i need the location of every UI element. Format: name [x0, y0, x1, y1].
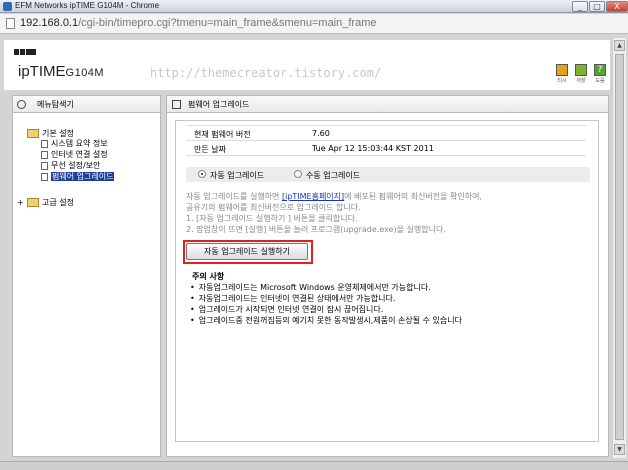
- menu-item-internet-setup[interactable]: 인터넷 연결 설정: [41, 149, 108, 159]
- router-header: ipTIMEG104M http://themecreator.tistory.…: [4, 40, 610, 90]
- auto-upgrade-radio[interactable]: [198, 170, 206, 178]
- manual-upgrade-radio[interactable]: [294, 170, 302, 178]
- info-row-version: 현재 펌웨어 버전 7.60: [186, 127, 586, 140]
- notes-title: 주의 사항: [192, 272, 225, 281]
- help-label: 도움: [595, 78, 605, 84]
- watermark-url: http://themecreator.tistory.com/: [150, 66, 382, 80]
- menu-group-advanced[interactable]: 고급 설정: [27, 197, 74, 208]
- url-path: /cgi-bin/timepro.cgi?tmenu=main_frame&sm…: [78, 17, 377, 29]
- brand-logo: ipTIMEG104M: [18, 63, 104, 80]
- window-title: EFM Networks ipTIME G104M - Chrome: [15, 1, 160, 10]
- maximize-button[interactable]: □: [589, 1, 605, 12]
- page-icon: [41, 139, 48, 148]
- url-text[interactable]: 192.168.0.1/cgi-bin/timepro.cgi?tmenu=ma…: [20, 17, 376, 29]
- minimize-button[interactable]: _: [572, 1, 588, 12]
- menu-group-label: 고급 설정: [42, 198, 74, 207]
- menu-header: 메뉴탐색기: [13, 96, 160, 113]
- scroll-down-icon[interactable]: ▼: [614, 444, 625, 455]
- description-text: 에 배포된 펌웨어의 최신버전을 확인하여,: [344, 192, 482, 201]
- window-titlebar: EFM Networks ipTIME G104M - Chrome _ □ X: [0, 0, 628, 13]
- note-item: 자동업그레이드는 인터넷이 연결된 상태에서만 가능합니다.: [190, 293, 396, 304]
- info-key: 만든 날짜: [194, 145, 226, 154]
- folder-icon: [27, 129, 39, 138]
- menu-explorer: 메뉴탐색기 기본 설정 시스템 요약 정보 인터넷 연결 설정 무선 설정/보안…: [12, 95, 161, 457]
- divider: [186, 125, 586, 126]
- close-button[interactable]: X: [606, 1, 628, 12]
- page-title: 펌웨어 업그레이드: [188, 100, 250, 109]
- firmware-panel: 펌웨어 업그레이드 현재 펌웨어 버전 7.60 만든 날짜 Tue Apr 1…: [166, 95, 609, 457]
- logout-label: 티시: [557, 78, 567, 84]
- folder-icon: [27, 198, 39, 207]
- menu-item-label: 인터넷 연결 설정: [51, 150, 108, 159]
- description-line: 2. 팝업창이 뜨면 [실행] 버튼을 눌러 프로그램(upgrade.exe)…: [186, 225, 446, 234]
- menu-item-wireless-security[interactable]: 무선 설정/보안: [41, 160, 100, 170]
- note-item: 업그레이드중 전원꺼짐등의 예기치 못한 동작발생시,제품이 손상될 수 있습니…: [190, 315, 462, 326]
- menu-item-system-summary[interactable]: 시스템 요약 정보: [41, 138, 108, 148]
- vertical-scrollbar[interactable]: ▲ ▼: [612, 38, 626, 458]
- save-label: 저장: [576, 78, 586, 84]
- app-icon: [3, 2, 12, 11]
- info-key: 현재 펌웨어 버전: [194, 130, 251, 139]
- note-item: 자동업그레이드는 Microsoft Windows 운영체제에서만 가능합니다…: [190, 282, 431, 293]
- save-button[interactable]: 저장: [574, 64, 588, 84]
- logout-icon: [556, 64, 568, 76]
- save-icon: [575, 64, 587, 76]
- logout-button[interactable]: 티시: [555, 64, 569, 84]
- panel-header: 펌웨어 업그레이드: [167, 96, 608, 113]
- search-icon: [17, 100, 26, 109]
- description-text: 자동 업그레이드를 실행하면: [186, 192, 282, 201]
- menu-group-label: 기본 설정: [42, 129, 74, 138]
- manual-upgrade-label[interactable]: 수동 업그레이드: [306, 170, 360, 181]
- description-line: 자동 업그레이드를 실행하면 [ipTIME홈페이지]에 배포된 펌웨어의 최신…: [186, 191, 596, 202]
- firmware-content: 현재 펌웨어 버전 7.60 만든 날짜 Tue Apr 12 15:03:44…: [175, 120, 599, 442]
- window-icon: [172, 100, 181, 109]
- info-value: Tue Apr 12 15:03:44 KST 2011: [312, 144, 434, 153]
- scroll-thumb[interactable]: [615, 54, 624, 440]
- auto-upgrade-label[interactable]: 자동 업그레이드: [210, 170, 264, 181]
- logo-mark-icon: [14, 48, 40, 56]
- help-button[interactable]: ? 도움: [593, 64, 607, 84]
- menu-item-label: 펌웨어 업그레이드: [51, 172, 115, 181]
- url-host: 192.168.0.1: [20, 17, 79, 29]
- window-bottom-border: [0, 461, 628, 470]
- menu-item-label: 무선 설정/보안: [51, 161, 101, 170]
- scroll-up-icon[interactable]: ▲: [614, 40, 625, 51]
- description-line: 공유기의 펌웨어를 최신버전으로 업그레이드 합니다.: [186, 203, 361, 212]
- info-value: 7.60: [312, 129, 330, 138]
- brand-model: G104M: [65, 67, 105, 79]
- expand-icon[interactable]: +: [17, 198, 24, 207]
- note-item: 업그레이드가 시작되면 인터넷 연결이 잠시 끊어집니다.: [190, 304, 384, 315]
- address-bar[interactable]: 192.168.0.1/cgi-bin/timepro.cgi?tmenu=ma…: [0, 14, 628, 34]
- menu-item-label: 시스템 요약 정보: [51, 139, 108, 148]
- page-icon: [41, 161, 48, 170]
- info-row-build-date: 만든 날짜 Tue Apr 12 15:03:44 KST 2011: [186, 142, 586, 155]
- page-icon: [6, 18, 15, 29]
- iptime-homepage-link[interactable]: [ipTIME홈페이지]: [282, 192, 344, 201]
- menu-item-firmware-upgrade[interactable]: 펌웨어 업그레이드: [41, 171, 115, 181]
- help-icon: ?: [594, 64, 606, 76]
- description-line: 1. [자동 업그레이드 실행하기 ] 버튼을 클릭합니다.: [186, 214, 358, 223]
- divider: [186, 140, 586, 141]
- run-auto-upgrade-button[interactable]: 자동 업그레이드 실행하기: [186, 243, 308, 260]
- menu-title: 메뉴탐색기: [37, 100, 74, 109]
- divider: [186, 155, 586, 156]
- brand-name: ipTIME: [18, 63, 66, 80]
- page-icon: [41, 172, 48, 181]
- upgrade-mode-selector: 자동 업그레이드 수동 업그레이드: [186, 167, 590, 182]
- page-icon: [41, 150, 48, 159]
